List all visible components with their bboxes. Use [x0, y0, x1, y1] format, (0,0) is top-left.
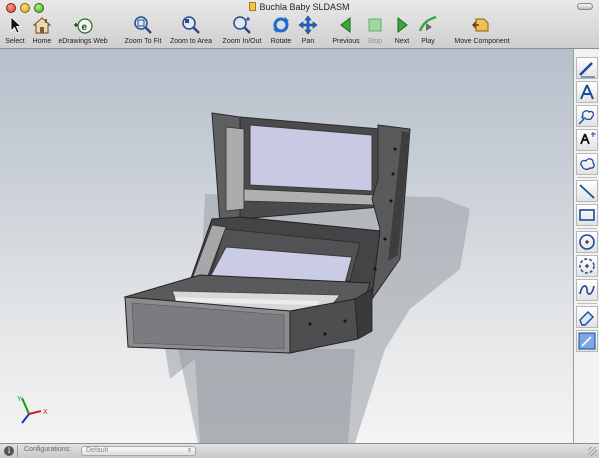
- zoom-in-out-tool-button[interactable]: Zoom In/Out: [218, 15, 266, 47]
- stop-tool-button[interactable]: Stop: [363, 15, 387, 47]
- status-bar: i Configurations: Default ⇕: [0, 443, 599, 458]
- circle-button[interactable]: [576, 231, 598, 253]
- text-with-leader-button[interactable]: [576, 129, 598, 151]
- markup-pen-button[interactable]: [576, 57, 598, 79]
- stamp-icon: [578, 332, 596, 350]
- rotate-tool-label: Rotate: [270, 38, 292, 45]
- triad-y-label: Y: [17, 396, 22, 403]
- configuration-value: Default: [86, 447, 109, 454]
- stop-tool-label: Stop: [367, 38, 383, 45]
- zoom-in-out-tool-label: Zoom In/Out: [222, 38, 262, 45]
- markup-sidebar: [573, 49, 599, 443]
- eraser-button[interactable]: [576, 306, 598, 328]
- previous-icon: [336, 15, 356, 35]
- stamp-button[interactable]: [576, 330, 598, 352]
- document-icon: [249, 2, 257, 11]
- select-tool-button[interactable]: Select: [3, 15, 27, 47]
- line-button[interactable]: [576, 180, 598, 202]
- cloud-leader-icon: [578, 110, 595, 125]
- window-title-area: Buchla Baby SLDASM: [0, 2, 599, 12]
- cloud-leader-button[interactable]: [576, 105, 598, 127]
- sidebar-divider: [577, 228, 597, 229]
- zoom-to-area-tool-button[interactable]: Zoom to Area: [168, 15, 214, 47]
- title-toolbar: Buchla Baby SLDASM Select Home e eDrawin…: [0, 0, 599, 49]
- next-tool-button[interactable]: Next: [390, 15, 414, 47]
- rotate-icon: [271, 15, 291, 35]
- configurations-label: Configurations:: [24, 446, 72, 453]
- zoom-in-out-icon: [232, 15, 252, 35]
- zoom-to-fit-tool-button[interactable]: Zoom To Fit: [121, 15, 165, 47]
- zoom-to-fit-icon: [133, 15, 153, 35]
- model-assembly: [123, 112, 411, 354]
- home-tool-button[interactable]: Home: [29, 15, 55, 47]
- line-icon: [579, 184, 595, 199]
- spline-button[interactable]: [576, 279, 598, 301]
- toolbar-toggle-button[interactable]: [577, 3, 593, 10]
- play-tool-label: Play: [421, 38, 435, 45]
- select-tool-label: Select: [5, 38, 25, 45]
- eraser-icon: [579, 311, 594, 326]
- previous-tool-label: Previous: [332, 38, 360, 45]
- triad-x-label: X: [43, 409, 48, 416]
- zoom-to-area-tool-label: Zoom to Area: [169, 38, 213, 45]
- home-icon: [32, 15, 52, 35]
- text-button[interactable]: [576, 81, 598, 103]
- next-tool-label: Next: [394, 38, 410, 45]
- cloud-icon: [580, 158, 595, 170]
- rectangle-icon: [579, 209, 595, 221]
- zoom-to-area-icon: [181, 15, 201, 35]
- svg-text:e: e: [82, 22, 88, 33]
- next-icon: [392, 15, 412, 35]
- stop-icon: [365, 15, 385, 35]
- text-leader-icon: [580, 132, 596, 145]
- pan-tool-button[interactable]: Pan: [297, 15, 319, 47]
- window-title: Buchla Baby SLDASM: [259, 2, 350, 12]
- edrawings-web-tool-button[interactable]: e eDrawings Web: [55, 15, 111, 47]
- edrawings-window: Buchla Baby SLDASM Select Home e eDrawin…: [0, 0, 599, 458]
- play-icon: [418, 15, 438, 35]
- pan-tool-label: Pan: [301, 38, 315, 45]
- spline-icon: [579, 285, 595, 295]
- home-tool-label: Home: [32, 38, 52, 45]
- rectangle-button[interactable]: [576, 204, 598, 226]
- circle-icon: [579, 234, 595, 250]
- markup-pen-icon: [579, 62, 595, 78]
- configuration-select[interactable]: Default ⇕: [81, 446, 196, 456]
- text-icon: [580, 84, 594, 100]
- move-component-tool-label: Move Component: [454, 38, 510, 45]
- previous-tool-button[interactable]: Previous: [331, 15, 361, 47]
- play-tool-button[interactable]: Play: [416, 15, 440, 47]
- info-icon[interactable]: i: [4, 446, 14, 456]
- move-component-icon: [472, 15, 492, 35]
- chevron-updown-icon: ⇕: [186, 448, 192, 454]
- rotate-tool-button[interactable]: Rotate: [267, 15, 295, 47]
- sidebar-divider: [577, 177, 597, 178]
- resize-grip[interactable]: [588, 447, 597, 456]
- cloud-button[interactable]: [576, 153, 598, 175]
- edrawings-web-tool-label: eDrawings Web: [58, 38, 108, 45]
- zoom-to-fit-tool-label: Zoom To Fit: [124, 38, 162, 45]
- circle-dashed-button[interactable]: [576, 255, 598, 277]
- coordinate-triad: Y X: [17, 396, 48, 424]
- circle-dashed-icon: [579, 258, 595, 274]
- edrawings-web-icon: e: [73, 15, 93, 35]
- move-component-tool-button[interactable]: Move Component: [450, 15, 514, 47]
- pan-icon: [298, 15, 318, 35]
- arrow-cursor-icon: [5, 15, 25, 35]
- model-viewport[interactable]: Y X: [0, 49, 573, 443]
- model-canvas: Y X: [17, 112, 470, 443]
- status-divider: [17, 445, 18, 457]
- sidebar-divider: [577, 303, 597, 304]
